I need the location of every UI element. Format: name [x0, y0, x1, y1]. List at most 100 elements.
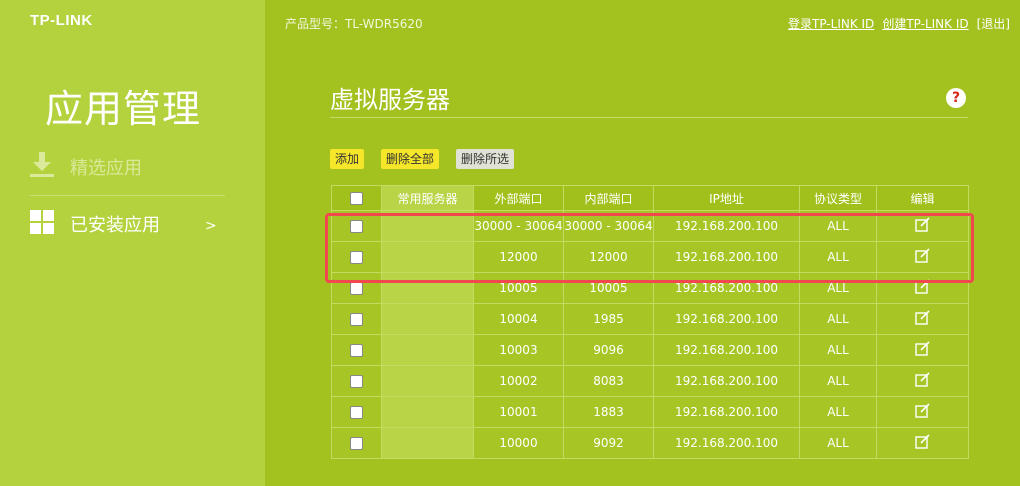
- grid-icon: [30, 210, 54, 238]
- add-button[interactable]: 添加: [330, 149, 365, 169]
- sidebar-title: 应用管理: [45, 87, 202, 131]
- select-all-checkbox[interactable]: [350, 192, 363, 205]
- edit-icon[interactable]: [915, 403, 930, 421]
- table-row: 12000 12000 192.168.200.100 ALL: [331, 241, 969, 273]
- row-checkbox[interactable]: [350, 406, 363, 419]
- delete-selected-button[interactable]: 删除所选: [456, 149, 515, 169]
- column-header: 内部端口: [563, 185, 654, 211]
- login-tplink-id-link[interactable]: 登录TP-LINK ID: [788, 15, 874, 32]
- protocol-cell: ALL: [799, 272, 877, 304]
- external-port-cell: 10000: [473, 427, 564, 459]
- header-links: 登录TP-LINK ID 创建TP-LINK ID [退出]: [788, 15, 1010, 32]
- external-port-cell: 10005: [473, 272, 564, 304]
- protocol-cell: ALL: [799, 303, 877, 335]
- sidebar-item-label: 已安装应用: [70, 215, 160, 236]
- row-checkbox[interactable]: [350, 375, 363, 388]
- edit-cell: [876, 427, 969, 459]
- ip-address-cell: 192.168.200.100: [653, 427, 800, 459]
- help-icon[interactable]: ?: [946, 88, 966, 108]
- service-cell: [381, 303, 474, 335]
- row-select-cell: [331, 365, 382, 397]
- row-checkbox[interactable]: [350, 313, 363, 326]
- edit-cell: [876, 272, 969, 304]
- external-port-cell: 10001: [473, 396, 564, 428]
- row-checkbox[interactable]: [350, 282, 363, 295]
- column-header: 协议类型: [799, 185, 877, 211]
- protocol-cell: ALL: [799, 365, 877, 397]
- internal-port-cell: 9096: [563, 334, 654, 366]
- edit-cell: [876, 334, 969, 366]
- protocol-cell: ALL: [799, 396, 877, 428]
- protocol-cell: ALL: [799, 427, 877, 459]
- sidebar-item-installed-apps[interactable]: 已安装应用: [30, 210, 160, 238]
- row-checkbox[interactable]: [350, 344, 363, 357]
- edit-icon[interactable]: [915, 248, 930, 266]
- internal-port-cell: 30000 - 30064: [563, 210, 654, 242]
- service-cell: [381, 272, 474, 304]
- column-header: 编辑: [876, 185, 969, 211]
- internal-port-cell: 8083: [563, 365, 654, 397]
- external-port-cell: 12000: [473, 241, 564, 273]
- edit-icon[interactable]: [915, 279, 930, 297]
- product-model: 产品型号：TL-WDR5620: [285, 17, 423, 31]
- sidebar: TP-LINK 应用管理 精选应用 已安装应用 >: [0, 0, 265, 486]
- row-select-cell: [331, 396, 382, 428]
- column-header: IP地址: [653, 185, 800, 211]
- internal-port-cell: 1883: [563, 396, 654, 428]
- edit-icon[interactable]: [915, 217, 930, 235]
- external-port-cell: 10004: [473, 303, 564, 335]
- chevron-right-icon: >: [205, 218, 217, 234]
- sidebar-item-featured-apps[interactable]: 精选应用: [30, 152, 142, 182]
- logout-link[interactable]: [退出]: [977, 15, 1010, 32]
- internal-port-cell: 12000: [563, 241, 654, 273]
- ip-address-cell: 192.168.200.100: [653, 272, 800, 304]
- table-row: 10003 9096 192.168.200.100 ALL: [331, 334, 969, 366]
- ip-address-cell: 192.168.200.100: [653, 365, 800, 397]
- edit-icon[interactable]: [915, 372, 930, 390]
- internal-port-cell: 1985: [563, 303, 654, 335]
- row-checkbox[interactable]: [350, 437, 363, 450]
- external-port-cell: 10003: [473, 334, 564, 366]
- table-row: 30000 - 30064 30000 - 30064 192.168.200.10…: [331, 210, 969, 242]
- protocol-cell: ALL: [799, 241, 877, 273]
- row-checkbox[interactable]: [350, 220, 363, 233]
- sidebar-divider: [30, 195, 225, 196]
- table-row: 10005 10005 192.168.200.100 ALL: [331, 272, 969, 304]
- title-divider: [330, 117, 968, 118]
- row-select-cell: [331, 210, 382, 242]
- internal-port-cell: 10005: [563, 272, 654, 304]
- tp-link-logo: TP-LINK: [30, 12, 93, 29]
- table-row: 10000 9092 192.168.200.100 ALL: [331, 427, 969, 459]
- row-select-cell: [331, 303, 382, 335]
- row-select-cell: [331, 272, 382, 304]
- row-checkbox[interactable]: [350, 251, 363, 264]
- table-row: 10002 8083 192.168.200.100 ALL: [331, 365, 969, 397]
- delete-all-button[interactable]: 删除全部: [381, 149, 440, 169]
- virtual-server-table: 常用服务器 外部端口 内部端口 IP地址 协议类型 编辑 30000 - 300…: [331, 185, 969, 459]
- sidebar-item-label: 精选应用: [70, 158, 142, 179]
- protocol-cell: ALL: [799, 334, 877, 366]
- external-port-cell: 10002: [473, 365, 564, 397]
- protocol-cell: ALL: [799, 210, 877, 242]
- edit-cell: [876, 210, 969, 242]
- edit-icon[interactable]: [915, 341, 930, 359]
- create-tplink-id-link[interactable]: 创建TP-LINK ID: [882, 15, 968, 32]
- external-port-cell: 30000 - 30064: [473, 210, 564, 242]
- ip-address-cell: 192.168.200.100: [653, 241, 800, 273]
- edit-icon[interactable]: [915, 310, 930, 328]
- edit-cell: [876, 365, 969, 397]
- edit-cell: [876, 303, 969, 335]
- download-icon: [30, 152, 54, 182]
- service-cell: [381, 210, 474, 242]
- row-select-cell: [331, 334, 382, 366]
- edit-icon[interactable]: [915, 434, 930, 452]
- internal-port-cell: 9092: [563, 427, 654, 459]
- service-cell: [381, 334, 474, 366]
- select-all-cell: [331, 185, 382, 211]
- row-select-cell: [331, 427, 382, 459]
- ip-address-cell: 192.168.200.100: [653, 303, 800, 335]
- service-cell: [381, 241, 474, 273]
- ip-address-cell: 192.168.200.100: [653, 334, 800, 366]
- service-cell: [381, 427, 474, 459]
- column-header: 常用服务器: [381, 185, 474, 211]
